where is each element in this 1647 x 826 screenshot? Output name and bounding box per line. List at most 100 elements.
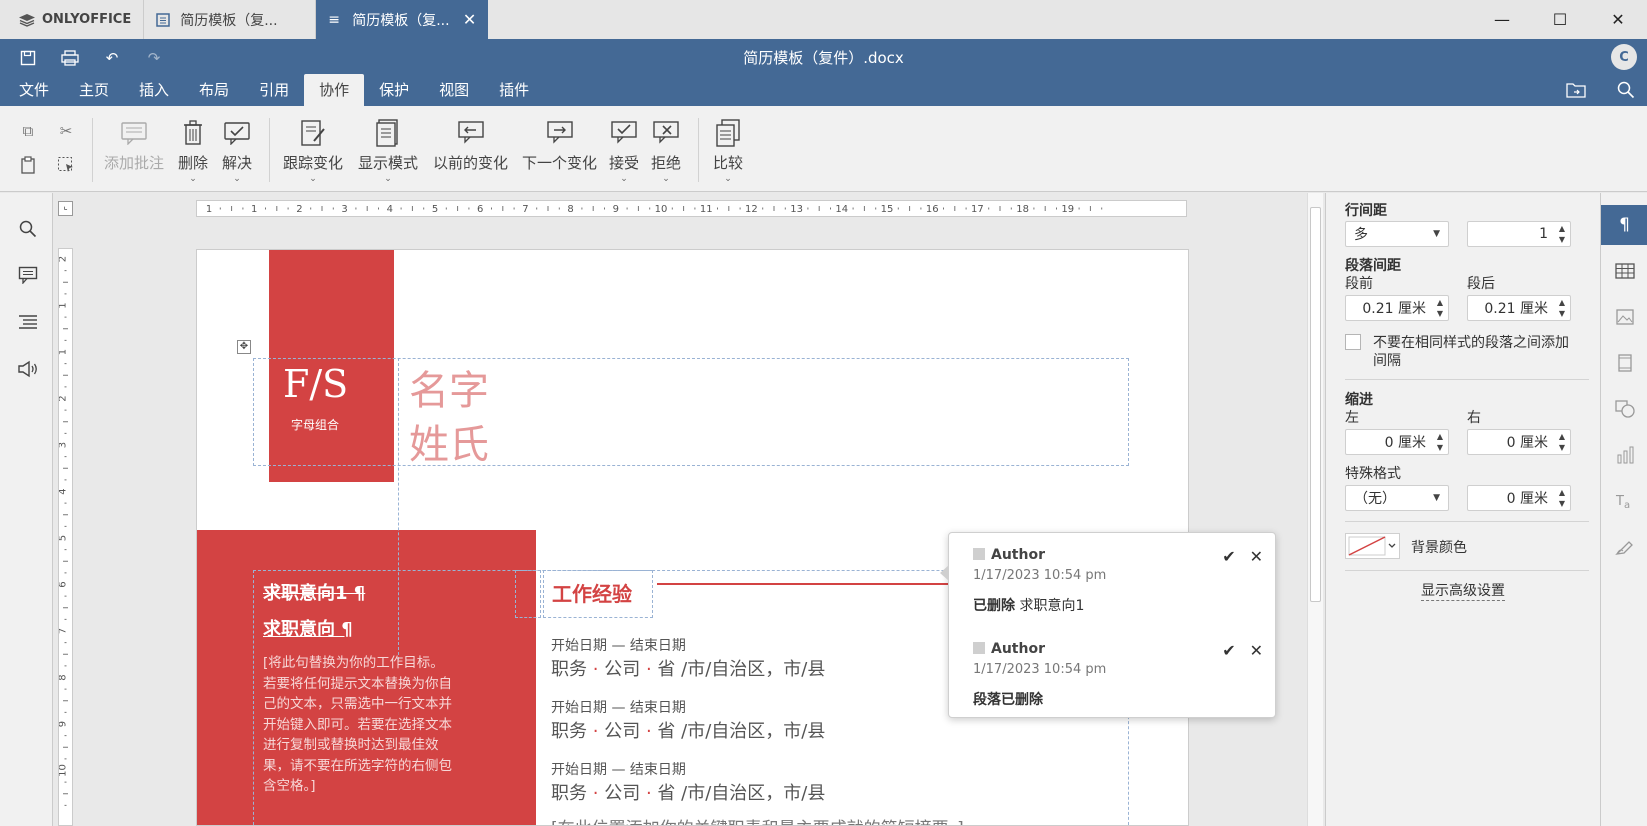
track-changes-button[interactable]: 跟踪变化 ⌄ <box>283 118 343 184</box>
compare-button[interactable]: 比较 ⌄ <box>713 118 743 184</box>
indent-left-input[interactable]: 0 厘米 ▲ ▼ <box>1345 429 1449 455</box>
comments-icon[interactable] <box>16 263 40 287</box>
image-settings-icon[interactable] <box>1601 297 1647 337</box>
menu-layout[interactable]: 布局 <box>184 74 244 106</box>
vertical-scrollbar[interactable] <box>1307 193 1323 826</box>
move-handle-icon[interactable]: ✥ <box>237 340 251 354</box>
minimize-button[interactable]: — <box>1473 0 1531 39</box>
spacing-after-input[interactable]: 0.21 厘米 ▲ ▼ <box>1467 295 1571 321</box>
delete-comment-button[interactable]: 删除 ⌄ <box>178 118 208 184</box>
job-dates[interactable]: 开始日期 — 结束日期 <box>551 697 686 717</box>
line-spacing-value-input[interactable]: 1 ▲ ▼ <box>1467 221 1571 247</box>
chevron-down-icon[interactable]: ⌄ <box>309 175 317 184</box>
reject-button[interactable]: 拒绝 ⌄ <box>651 118 681 184</box>
previous-change-button[interactable]: 以前的变化 <box>433 118 508 173</box>
compare-icon <box>713 118 743 148</box>
header-footer-settings-icon[interactable] <box>1601 343 1647 383</box>
dont-add-interval-checkbox[interactable] <box>1345 334 1361 350</box>
paragraph-settings-icon[interactable]: ¶ <box>1601 205 1647 245</box>
document-tab-inactive[interactable]: 简历模板（复... <box>144 0 317 39</box>
spinner-arrows-icon[interactable]: ▲ ▼ <box>1559 487 1565 509</box>
special-format-amount-input[interactable]: 0 厘米 ▲ ▼ <box>1467 485 1571 511</box>
spinner-arrows-icon[interactable]: ▲ ▼ <box>1437 431 1443 453</box>
vertical-ruler[interactable]: 2 1 1 2 3 4 5 6 7 8 9 10 <box>58 248 73 826</box>
open-location-icon[interactable] <box>1565 79 1587 101</box>
reject-change-icon[interactable]: ✕ <box>1250 641 1263 660</box>
objective-body[interactable]: [将此句替换为你的工作目标。若要将任何提示文本替换为你自己的文本，只需选中一行文… <box>263 653 453 797</box>
accept-change-icon[interactable]: ✔ <box>1222 547 1235 566</box>
resolve-button[interactable]: 解决 ⌄ <box>222 118 252 184</box>
spacing-before-input[interactable]: 0.21 厘米 ▲ ▼ <box>1345 295 1449 321</box>
job-company: 公司 <box>604 659 641 680</box>
menu-collaboration[interactable]: 协作 <box>304 74 365 106</box>
menu-insert[interactable]: 插入 <box>124 74 184 106</box>
shape-settings-icon[interactable] <box>1601 389 1647 429</box>
table-settings-icon[interactable] <box>1601 251 1647 291</box>
chevron-down-icon[interactable]: ⌄ <box>233 175 241 184</box>
close-tab-icon[interactable]: ✕ <box>463 10 476 29</box>
chevron-down-icon[interactable]: ⌄ <box>620 175 628 184</box>
speaker-icon[interactable] <box>16 357 40 381</box>
display-mode-button[interactable]: 显示模式 ⌄ <box>358 118 418 184</box>
menu-file[interactable]: 文件 <box>4 74 64 106</box>
menu-plugins[interactable]: 插件 <box>484 74 544 106</box>
copy-icon[interactable]: ⧉ <box>15 118 41 144</box>
menu-home[interactable]: 主页 <box>64 74 124 106</box>
chevron-down-icon[interactable]: ⌄ <box>189 175 197 184</box>
document-tab-active[interactable]: ≡ 简历模板（复... ✕ <box>316 0 489 39</box>
spinner-arrows-icon[interactable]: ▲ ▼ <box>1559 297 1565 319</box>
text-art-settings-icon[interactable]: Ta <box>1601 481 1647 521</box>
menu-references[interactable]: 引用 <box>244 74 304 106</box>
add-comment-button[interactable]: 添加批注 <box>104 118 164 173</box>
job-dates[interactable]: 开始日期 — 结束日期 <box>551 635 686 655</box>
monogram-subtitle[interactable]: 字母组合 <box>291 416 339 433</box>
job-role-line[interactable]: 职务 · 公司 · 省 /市/自治区，市/县 <box>551 717 825 743</box>
job-dates[interactable]: 开始日期 — 结束日期 <box>551 759 686 779</box>
select-all-icon[interactable] <box>53 152 79 178</box>
spinner-arrows-icon[interactable]: ▲ ▼ <box>1559 223 1565 245</box>
navigation-icon[interactable] <box>16 310 40 334</box>
special-format-amount: 0 厘米 <box>1506 491 1548 507</box>
search-icon[interactable] <box>1615 79 1637 101</box>
user-avatar[interactable]: C <box>1611 44 1637 70</box>
onlyoffice-logo[interactable]: ONLYOFFICE <box>0 0 145 39</box>
objective-title-inserted[interactable]: 求职意向 ¶ <box>263 615 353 641</box>
chevron-down-icon[interactable]: ⌄ <box>724 175 732 184</box>
last-name[interactable]: 姓氏 <box>409 412 489 470</box>
signature-settings-icon[interactable] <box>1601 527 1647 567</box>
maximize-button[interactable]: ☐ <box>1531 0 1589 39</box>
tab-stop-selector[interactable]: ⌞ <box>58 201 73 216</box>
work-experience-heading[interactable]: 工作经验 <box>552 578 632 607</box>
objective-title-deleted[interactable]: 求职意向1 ¶ <box>263 579 365 605</box>
chevron-down-icon: ▼ <box>1433 229 1440 239</box>
horizontal-ruler[interactable]: 1 1 2 3 4 5 6 7 8 9 10 11 12 13 14 15 16 17 18 19 <box>196 200 1187 217</box>
background-color-picker[interactable] <box>1345 533 1400 559</box>
job-summary-placeholder[interactable]: [在此位置添加你的关键职责和最主要成就的简短摘要。] <box>551 814 964 825</box>
job-role-line[interactable]: 职务 · 公司 · 省 /市/自治区，市/县 <box>551 779 825 805</box>
menu-protection[interactable]: 保护 <box>364 74 424 106</box>
scrollbar-thumb[interactable] <box>1310 207 1321 602</box>
dont-add-interval-label: 不要在相同样式的段落之间添加 <box>1373 335 1569 351</box>
cut-icon[interactable]: ✂ <box>53 118 79 144</box>
search-icon[interactable] <box>16 217 40 241</box>
indent-right-input[interactable]: 0 厘米 ▲ ▼ <box>1467 429 1571 455</box>
menu-view[interactable]: 视图 <box>424 74 484 106</box>
chevron-down-icon[interactable]: ⌄ <box>384 175 392 184</box>
chart-settings-icon[interactable] <box>1601 435 1647 475</box>
close-window-button[interactable]: ✕ <box>1589 0 1647 39</box>
first-name[interactable]: 名字 <box>409 358 489 416</box>
paste-icon[interactable] <box>15 152 41 178</box>
chevron-down-icon[interactable]: ⌄ <box>662 175 670 184</box>
accept-change-icon[interactable]: ✔ <box>1222 641 1235 660</box>
spinner-arrows-icon[interactable]: ▲ ▼ <box>1559 431 1565 453</box>
job-role-line[interactable]: 职务 · 公司 · 省 /市/自治区，市/县 <box>551 655 825 681</box>
job-role: 职务 <box>551 659 587 680</box>
show-advanced-settings-link[interactable]: 显示高级设置 <box>1421 580 1505 601</box>
reject-change-icon[interactable]: ✕ <box>1250 547 1263 566</box>
monogram-text[interactable]: F/S <box>283 362 348 406</box>
next-change-button[interactable]: 下一个变化 <box>522 118 597 173</box>
accept-button[interactable]: 接受 ⌄ <box>609 118 639 184</box>
special-format-select[interactable]: （无） ▼ <box>1345 485 1449 511</box>
line-spacing-mode-select[interactable]: 多 ▼ <box>1345 221 1449 247</box>
spinner-arrows-icon[interactable]: ▲ ▼ <box>1437 297 1443 319</box>
